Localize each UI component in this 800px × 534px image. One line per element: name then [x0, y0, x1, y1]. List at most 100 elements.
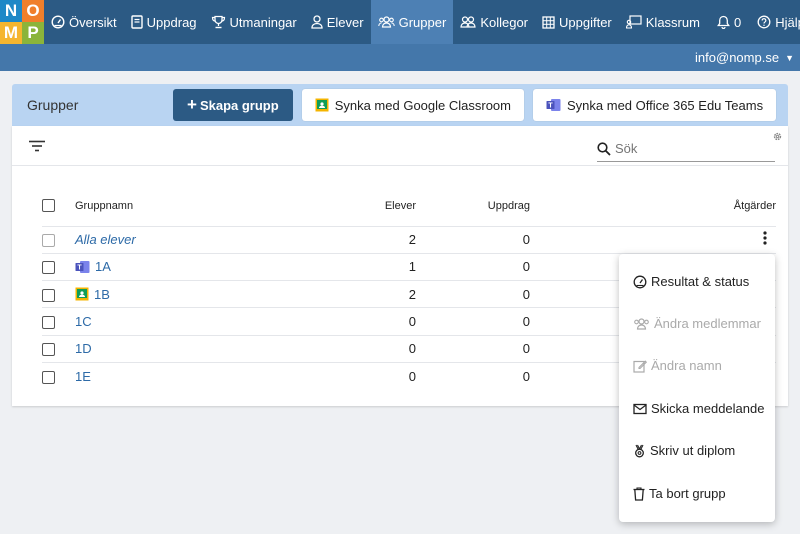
- search-icon: [597, 141, 611, 156]
- group-name-link[interactable]: Alla elever: [75, 232, 136, 247]
- top-navigation: N O M P Översikt Uppdrag Utmaningar Elev…: [0, 0, 800, 44]
- nav-item-utmaningar[interactable]: Utmaningar: [204, 0, 304, 44]
- users-icon: [634, 317, 649, 330]
- group-task-count: 0: [416, 280, 530, 309]
- kebab-menu-icon[interactable]: [763, 231, 767, 245]
- menu-item-rename[interactable]: Ändra namn: [633, 358, 722, 373]
- nav-label: Kollegor: [480, 14, 529, 30]
- nav-right: 0 Hjälp: [707, 0, 800, 44]
- nav-item-elever[interactable]: Elever: [304, 0, 371, 44]
- filter-icon[interactable]: [28, 140, 46, 152]
- bell-icon: [717, 15, 730, 29]
- help-label: Hjälp: [775, 14, 800, 30]
- menu-item-label: Ändra medlemmar: [654, 316, 761, 331]
- row-checkbox[interactable]: [42, 343, 55, 357]
- menu-item-label: Ta bort grupp: [649, 486, 726, 501]
- nav-label: Uppgifter: [559, 14, 612, 30]
- notifications-button[interactable]: 0: [707, 0, 751, 44]
- menu-item-label: Skriv ut diplom: [650, 443, 736, 458]
- groups-header: Grupper + Skapa grupp Synka med Google C…: [12, 84, 788, 126]
- menu-item-print-diploma[interactable]: Skriv ut diplom: [633, 443, 735, 458]
- group-name-link[interactable]: 1D: [75, 341, 92, 356]
- table-header-row: Gruppnamn Elever Uppdrag Åtgärder: [42, 186, 776, 227]
- google-classroom-icon: [315, 98, 329, 112]
- svg-text:T: T: [77, 265, 82, 272]
- column-header-name[interactable]: Gruppnamn: [75, 186, 318, 227]
- row-checkbox[interactable]: [42, 288, 55, 302]
- nav-item-grupper[interactable]: Grupper: [370, 0, 454, 44]
- sync-google-classroom-button[interactable]: Synka med Google Classroom: [301, 89, 524, 121]
- colleagues-icon: [460, 16, 476, 28]
- select-all-checkbox[interactable]: [42, 199, 55, 213]
- trophy-icon: [211, 15, 225, 29]
- nav-menu: Översikt Uppdrag Utmaningar Elever Grupp…: [44, 0, 707, 44]
- group-student-count: 0: [408, 368, 416, 384]
- group-name-link[interactable]: 1A: [95, 259, 111, 274]
- create-group-button[interactable]: + Skapa grupp: [173, 89, 293, 121]
- logo-letter-p: P: [22, 22, 44, 44]
- help-button[interactable]: Hjälp: [751, 0, 800, 44]
- table-toolbar: [12, 126, 788, 166]
- row-checkbox[interactable]: [42, 234, 55, 248]
- nav-item-klassrum[interactable]: Klassrum: [619, 0, 707, 44]
- search-input[interactable]: [615, 141, 765, 156]
- envelope-icon: [633, 403, 647, 414]
- menu-item-delete-group[interactable]: Ta bort grupp: [633, 486, 726, 501]
- sync-google-label: Synka med Google Classroom: [334, 97, 511, 113]
- nav-item-oversikt[interactable]: Översikt: [44, 0, 124, 44]
- row-checkbox[interactable]: [42, 261, 55, 275]
- gauge-icon: [633, 275, 647, 288]
- nav-label: Utmaningar: [229, 14, 297, 30]
- caret-down-icon[interactable]: ▼: [785, 53, 794, 63]
- office-teams-icon: T: [546, 99, 561, 111]
- trash-icon: [633, 486, 645, 501]
- logo-letter-n: N: [0, 0, 22, 22]
- google-classroom-icon: [75, 287, 89, 301]
- menu-item-edit-members[interactable]: Ändra medlemmar: [633, 316, 761, 331]
- group-student-count: 0: [318, 335, 416, 363]
- users-icon: [377, 16, 395, 28]
- account-email[interactable]: info@nomp.se: [695, 50, 779, 65]
- create-group-label: Skapa grupp: [199, 97, 279, 113]
- nav-item-uppgifter[interactable]: Uppgifter: [535, 0, 619, 44]
- menu-item-send-message[interactable]: Skicka meddelande: [633, 401, 764, 416]
- group-name-link[interactable]: 1C: [75, 314, 92, 329]
- nav-item-kollegor[interactable]: Kollegor: [453, 0, 535, 44]
- group-actions-menu: Resultat & status Ändra medlemmar Ändra …: [619, 254, 775, 522]
- nav-label: Översikt: [69, 14, 117, 30]
- grid-icon: [542, 15, 555, 29]
- gauge-icon: [51, 15, 65, 29]
- group-student-count: 0: [318, 307, 416, 336]
- group-task-count: 0: [416, 335, 530, 363]
- group-student-count: 2: [318, 280, 416, 309]
- menu-item-label: Resultat & status: [651, 274, 750, 289]
- menu-item-label: Ändra namn: [651, 358, 722, 373]
- nav-label: Uppdrag: [146, 14, 197, 30]
- sync-office-teams-button[interactable]: T Synka med Office 365 Edu Teams: [533, 89, 777, 121]
- account-bar: info@nomp.se ▼: [0, 44, 800, 71]
- row-checkbox[interactable]: [42, 370, 55, 384]
- column-header-tasks[interactable]: Uppdrag: [416, 186, 530, 227]
- nav-item-uppdrag[interactable]: Uppdrag: [124, 0, 204, 44]
- nav-label: Grupper: [398, 14, 447, 30]
- nav-label: Elever: [326, 14, 364, 30]
- office-teams-icon: T: [75, 260, 90, 273]
- search-box: [597, 136, 775, 162]
- svg-text:T: T: [548, 103, 553, 110]
- group-task-count: 0: [416, 226, 530, 254]
- column-header-students[interactable]: Elever: [318, 186, 416, 227]
- nav-label: Klassrum: [645, 14, 700, 30]
- gear-icon[interactable]: [772, 131, 783, 142]
- group-student-count: 2: [318, 226, 416, 254]
- logo-letter-m: M: [0, 22, 22, 44]
- menu-item-label: Skicka meddelande: [651, 401, 765, 416]
- menu-item-results-status[interactable]: Resultat & status: [633, 274, 749, 289]
- sync-office-label: Synka med Office 365 Edu Teams: [567, 97, 764, 113]
- classroom-icon: [625, 15, 642, 29]
- nomp-logo[interactable]: N O M P: [0, 0, 44, 44]
- group-student-count: 1: [318, 253, 416, 282]
- row-checkbox[interactable]: [42, 316, 55, 330]
- group-name-link[interactable]: 1E: [75, 369, 91, 384]
- group-name-link[interactable]: 1B: [94, 287, 110, 302]
- notification-count: 0: [733, 14, 742, 30]
